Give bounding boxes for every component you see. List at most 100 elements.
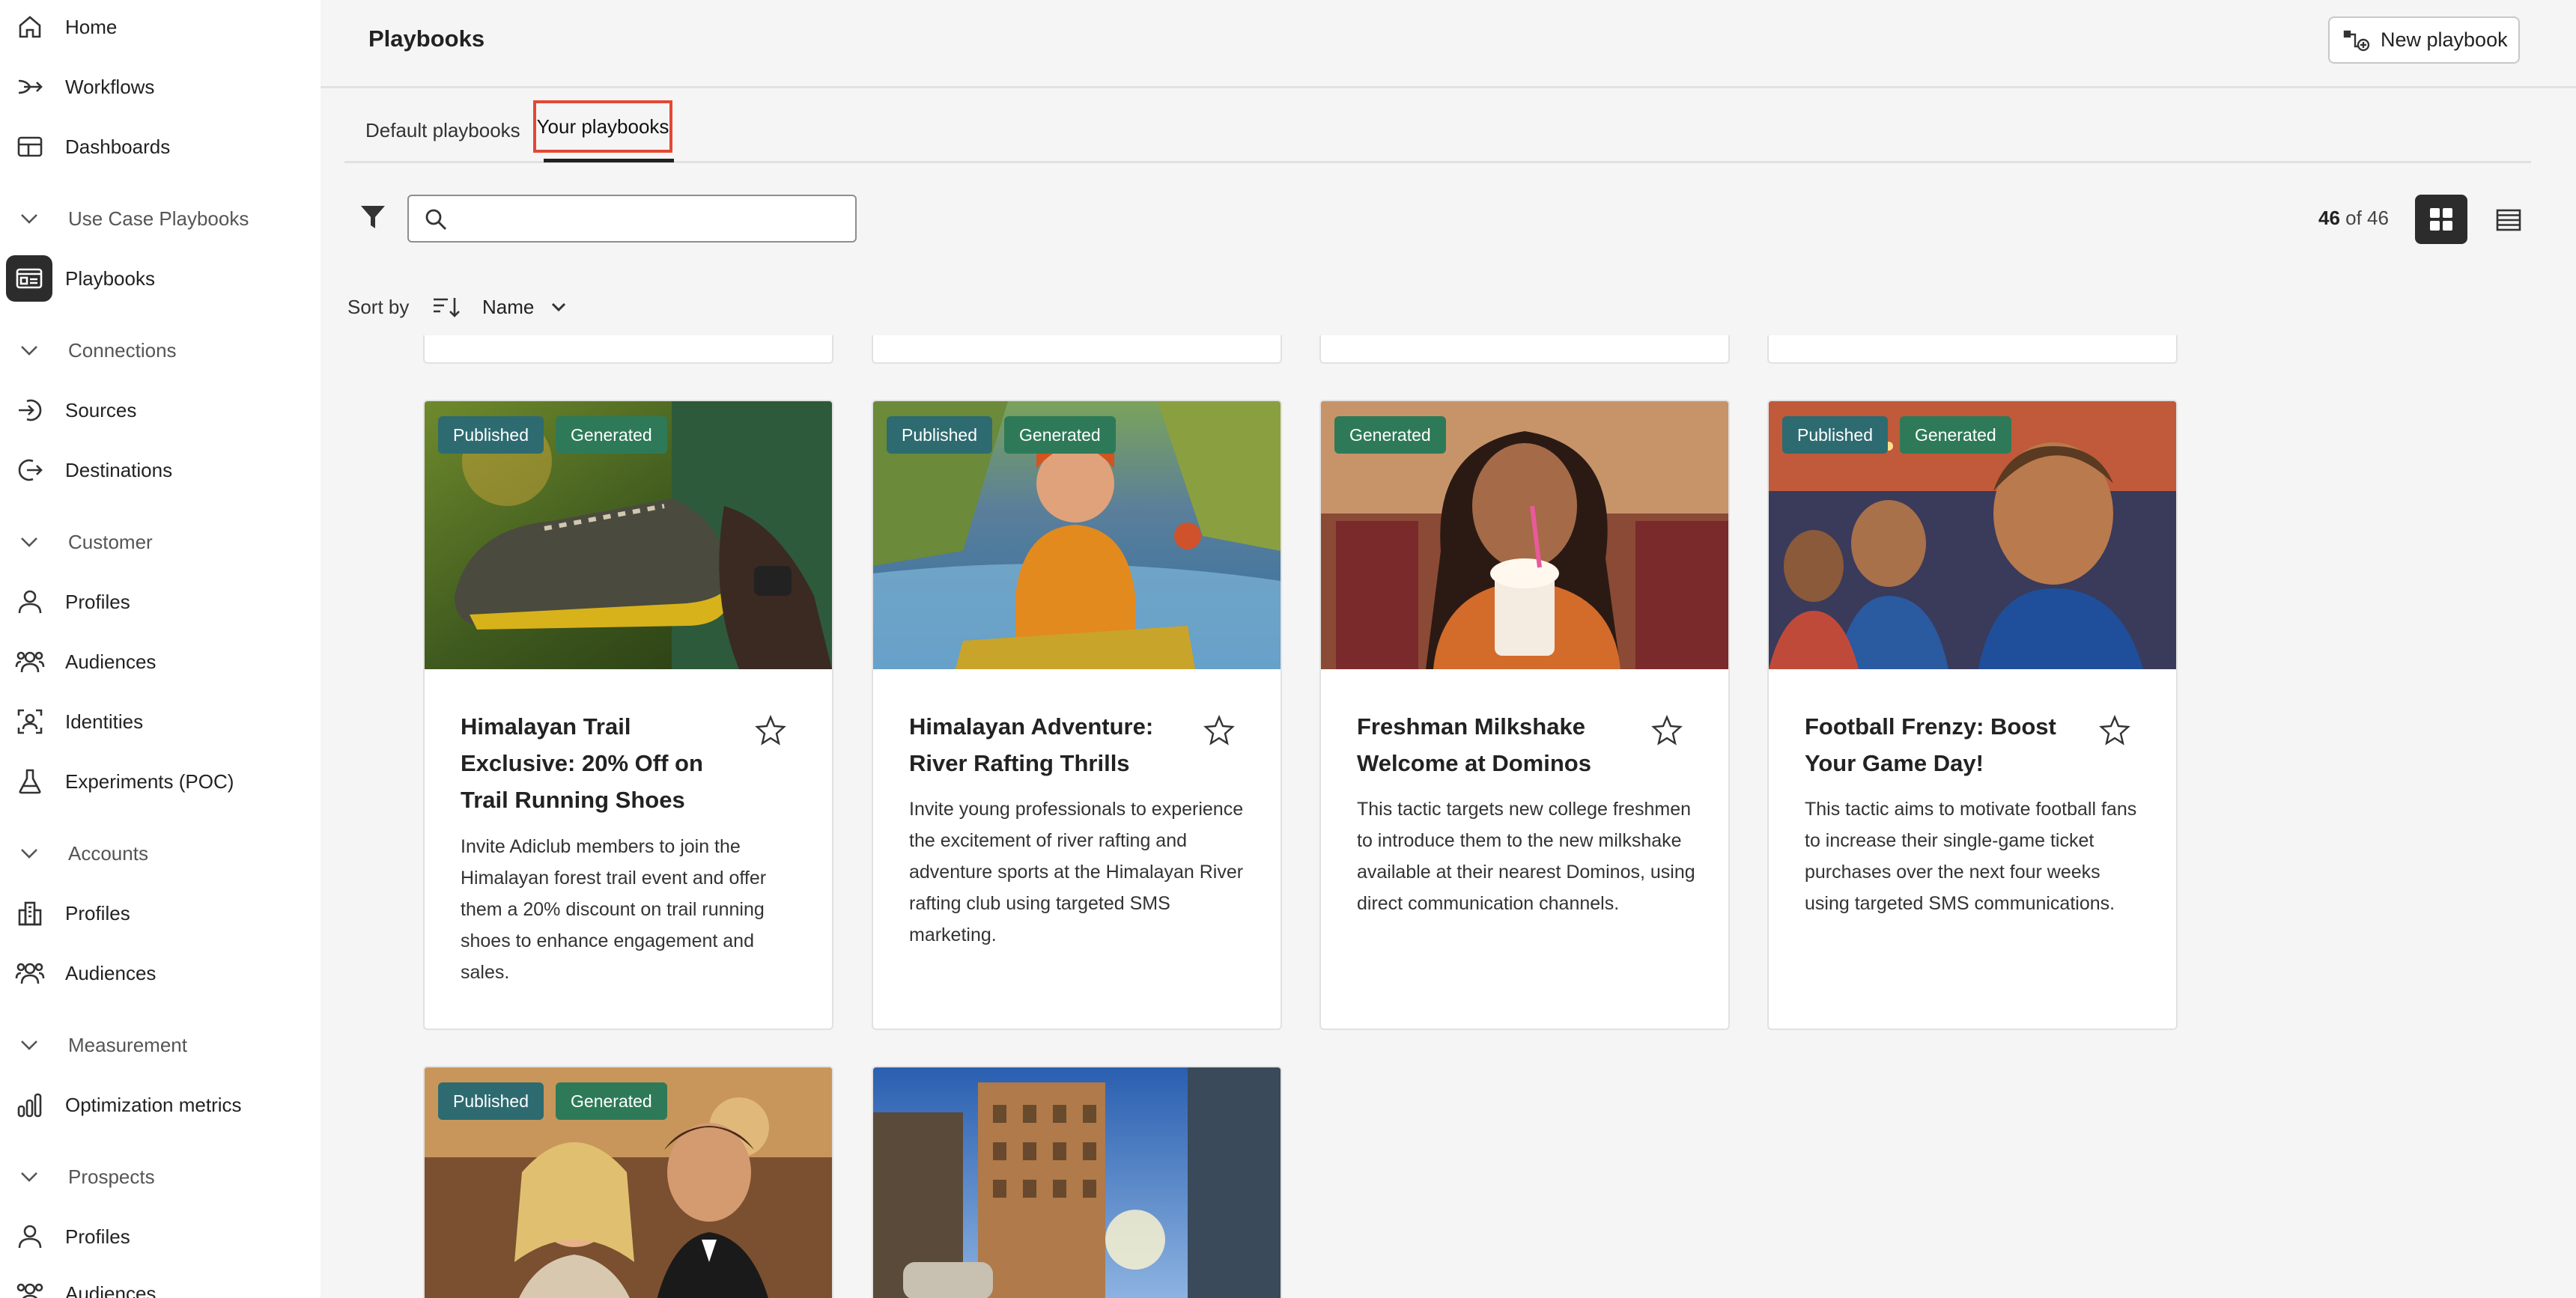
page-title: Playbooks xyxy=(368,25,485,52)
chevron-down-icon xyxy=(21,214,37,224)
card-image-trail-shoe: Published Generated xyxy=(425,401,832,669)
sidebar-item-account-audiences[interactable]: Audiences xyxy=(0,949,321,997)
card-partial[interactable] xyxy=(1767,335,2178,364)
card-badges: Published Generated xyxy=(438,416,667,454)
list-view-button[interactable] xyxy=(2491,202,2527,238)
playbook-card[interactable]: Published Generated Himalayan Adventure:… xyxy=(872,400,1282,1030)
section-label: Measurement xyxy=(68,1033,187,1056)
card-badges: Published Generated xyxy=(1782,416,2011,454)
audiences-icon xyxy=(15,1279,45,1298)
sidebar-item-playbooks[interactable]: Playbooks xyxy=(0,255,321,302)
home-icon xyxy=(15,12,45,42)
chevron-down-icon xyxy=(21,1172,37,1182)
section-prospects[interactable]: Prospects xyxy=(0,1156,321,1198)
sidebar-item-sources[interactable]: Sources xyxy=(0,386,321,434)
section-accounts[interactable]: Accounts xyxy=(0,832,321,874)
chevron-down-icon xyxy=(21,849,37,859)
card-badges: Published Generated xyxy=(438,1082,667,1120)
sort-field-picker[interactable]: Name xyxy=(482,296,534,319)
sidebar-item-prospect-profiles[interactable]: Profiles xyxy=(0,1213,321,1261)
sort-order-icon[interactable] xyxy=(431,293,461,320)
star-icon[interactable] xyxy=(2098,714,2131,747)
tab-your-playbooks[interactable]: Your playbooks xyxy=(533,100,672,153)
filter-icon[interactable] xyxy=(359,204,386,231)
playbook-card[interactable]: Published Generated xyxy=(423,1066,833,1298)
section-customer[interactable]: Customer xyxy=(0,521,321,563)
section-label: Connections xyxy=(68,338,177,362)
search-field[interactable] xyxy=(407,195,857,243)
sidebar-item-label: Audiences xyxy=(65,961,157,984)
section-connections[interactable]: Connections xyxy=(0,329,321,371)
sidebar-item-identities[interactable]: Identities xyxy=(0,698,321,746)
chevron-down-icon xyxy=(21,537,37,547)
star-icon[interactable] xyxy=(1203,714,1236,747)
sidebar-item-experiments[interactable]: Experiments (POC) xyxy=(0,758,321,805)
grid-icon xyxy=(2430,208,2452,231)
card-image-celebration: Published Generated xyxy=(425,1067,832,1298)
search-input[interactable] xyxy=(457,202,846,235)
sidebar-item-customer-audiences[interactable]: Audiences xyxy=(0,638,321,686)
card-description: This tactic targets new college freshmen… xyxy=(1357,799,1695,914)
tab-list: Default playbooks Your playbooks xyxy=(344,97,2531,163)
sidebar-item-home[interactable]: Home xyxy=(0,3,321,51)
flask-icon xyxy=(15,767,45,796)
sidebar-item-label: Audiences xyxy=(65,1282,157,1298)
sidebar-item-label: Optimization metrics xyxy=(65,1093,242,1116)
card-image-city-street xyxy=(873,1067,1281,1298)
sidebar-item-destinations[interactable]: Destinations xyxy=(0,446,321,494)
card-image-milkshake: Generated xyxy=(1321,401,1728,669)
new-playbook-button[interactable]: New playbook xyxy=(2328,16,2520,64)
section-label: Use Case Playbooks xyxy=(68,207,249,230)
sidebar-item-dashboards[interactable]: Dashboards xyxy=(0,123,321,171)
playbook-card[interactable] xyxy=(872,1066,1282,1298)
tab-default-playbooks[interactable]: Default playbooks xyxy=(365,97,520,163)
star-icon[interactable] xyxy=(1650,714,1683,747)
sidebar-item-label: Dashboards xyxy=(65,135,171,158)
published-badge: Published xyxy=(1782,416,1889,454)
sidebar-item-label: Destinations xyxy=(65,458,173,481)
sidebar-item-label: Audiences xyxy=(65,650,157,673)
card-title: Himalayan Trail Exclusive: 20% Off on Tr… xyxy=(461,713,703,813)
card-partial[interactable] xyxy=(872,335,1282,364)
metrics-icon xyxy=(15,1090,45,1120)
chevron-down-icon xyxy=(21,1040,37,1050)
card-title: Himalayan Adventure: River Rafting Thril… xyxy=(909,713,1154,776)
source-icon xyxy=(15,395,45,425)
playbook-card[interactable]: Published Generated Football Frenzy: Boo… xyxy=(1767,400,2178,1030)
star-icon[interactable] xyxy=(754,714,787,747)
main-content: Playbooks New playbook Default playbooks… xyxy=(321,0,2576,1298)
card-badges: Generated xyxy=(1334,416,1446,454)
generated-badge: Generated xyxy=(556,416,667,454)
sidebar-item-label: Profiles xyxy=(65,901,130,924)
sidebar-item-optimization-metrics[interactable]: Optimization metrics xyxy=(0,1081,321,1129)
card-partial[interactable] xyxy=(1319,335,1730,364)
results-total: of 46 xyxy=(2339,207,2389,229)
card-title: Freshman Milkshake Welcome at Dominos xyxy=(1357,713,1591,776)
sidebar-item-label: Sources xyxy=(65,398,137,421)
sidebar-item-label: Profiles xyxy=(65,1225,130,1248)
chevron-down-icon[interactable] xyxy=(548,296,569,317)
sidebar-item-prospect-audiences[interactable]: Audiences xyxy=(0,1270,321,1298)
generated-badge: Generated xyxy=(1004,416,1116,454)
results-shown: 46 xyxy=(2318,207,2340,229)
card-description: Invite Adiclub members to join the Himal… xyxy=(461,836,767,983)
section-use-case-playbooks[interactable]: Use Case Playbooks xyxy=(0,198,321,240)
card-partial[interactable] xyxy=(423,335,833,364)
workflow-icon xyxy=(15,72,45,102)
grid-view-button[interactable] xyxy=(2415,195,2467,244)
playbook-icon xyxy=(6,255,52,302)
card-image-football-fans: Published Generated xyxy=(1769,401,2176,669)
sidebar-item-account-profiles[interactable]: Profiles xyxy=(0,889,321,937)
destination-icon xyxy=(15,455,45,485)
section-measurement[interactable]: Measurement xyxy=(0,1024,321,1066)
sidebar-item-workflows[interactable]: Workflows xyxy=(0,63,321,111)
published-badge: Published xyxy=(438,416,544,454)
new-playbook-label: New playbook xyxy=(2381,28,2508,51)
generated-badge: Generated xyxy=(1900,416,2011,454)
sidebar-item-customer-profiles[interactable]: Profiles xyxy=(0,578,321,626)
tab-selected-indicator xyxy=(544,159,674,162)
playbook-card[interactable]: Generated Freshman Milkshake Welcome at … xyxy=(1319,400,1730,1030)
audiences-icon xyxy=(15,647,45,677)
playbook-card[interactable]: Published Generated Himalayan Trail Excl… xyxy=(423,400,833,1030)
sidebar: Home Workflows Dashboards Use Case Playb… xyxy=(0,0,321,1298)
